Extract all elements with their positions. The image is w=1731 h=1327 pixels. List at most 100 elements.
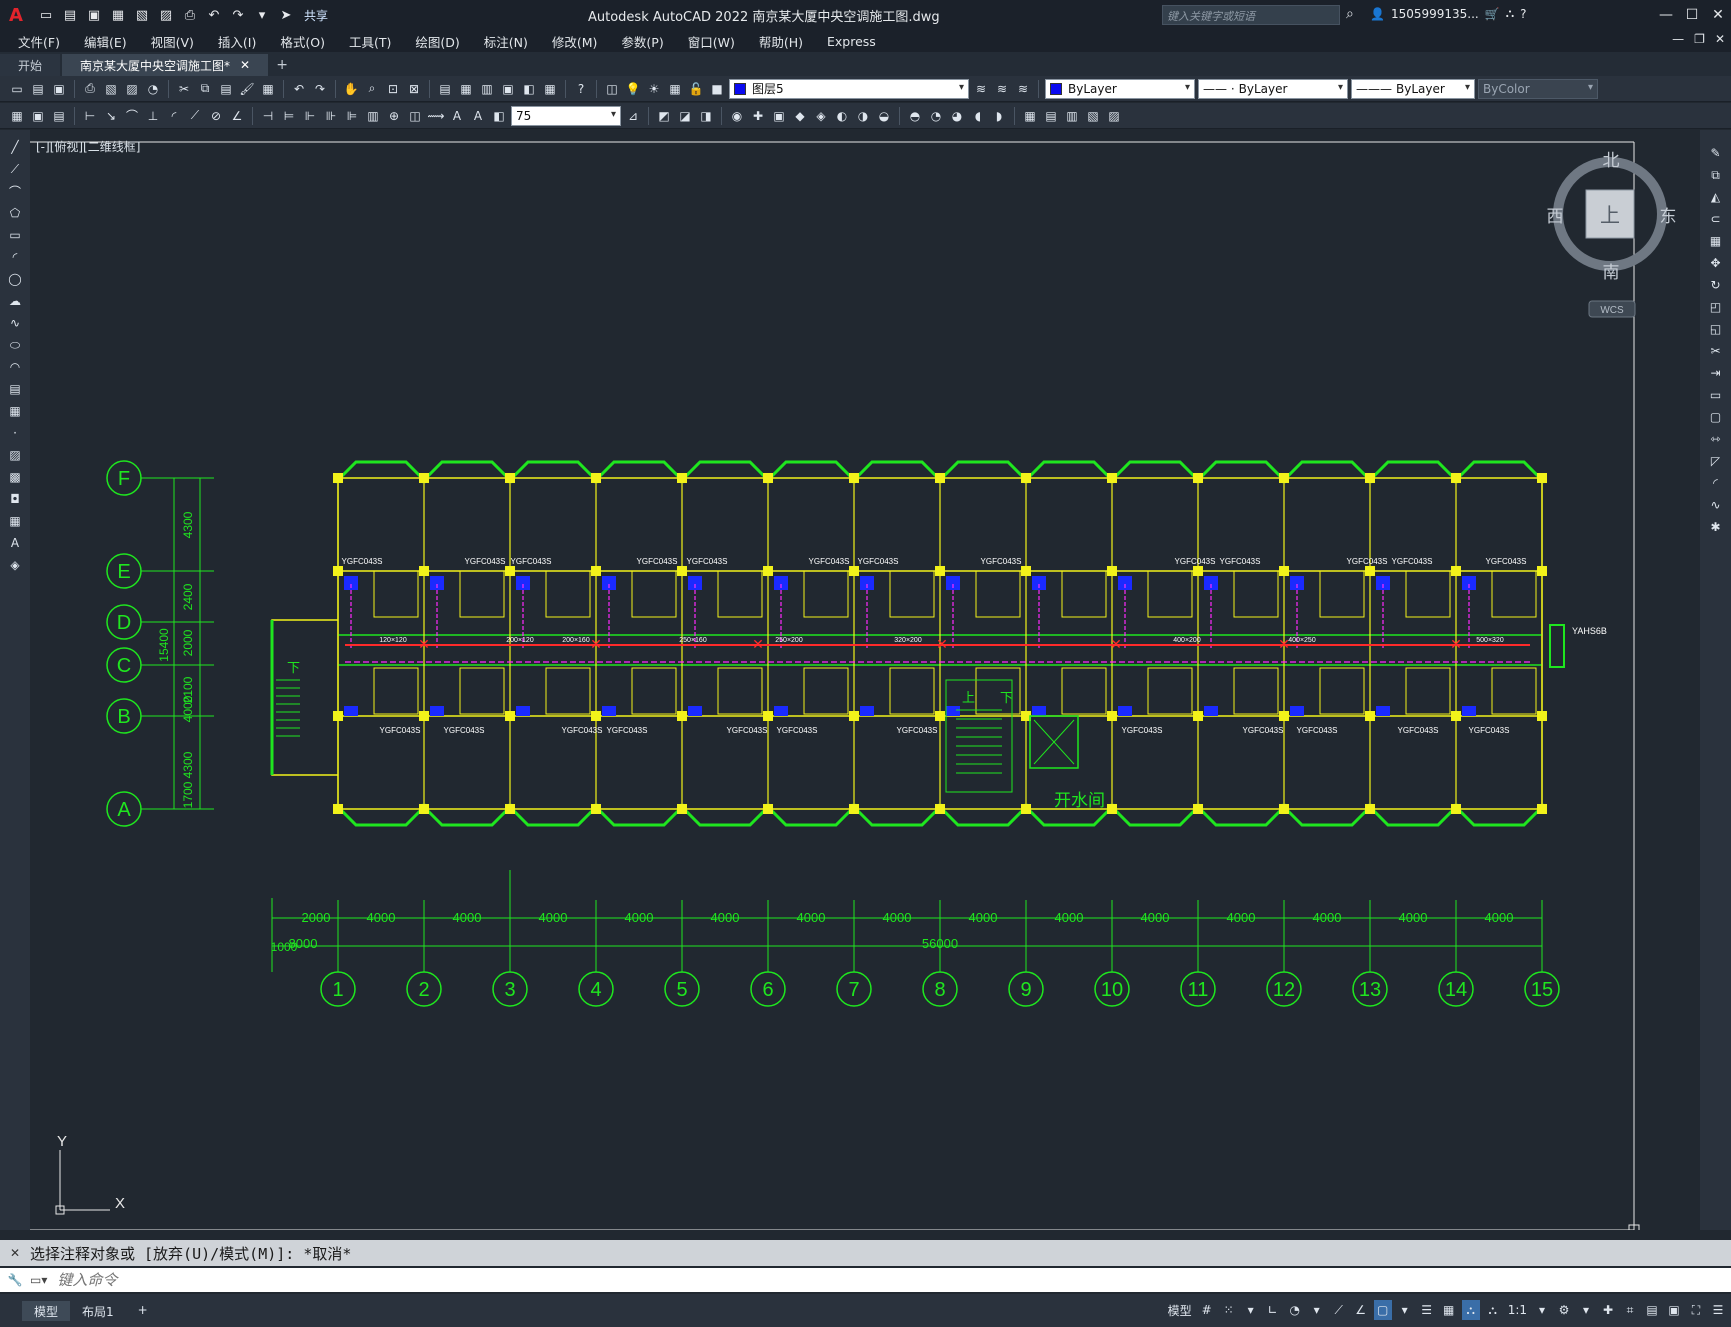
offset-icon[interactable]: ⊂ [1707, 210, 1725, 228]
orbit-icon[interactable]: ◉ [728, 107, 746, 125]
arc-length-icon[interactable]: ⌒ [123, 107, 141, 125]
menu-view[interactable]: 视图(V) [139, 32, 206, 51]
construction-line-icon[interactable]: ⟋ [6, 160, 24, 178]
menu-file[interactable]: 文件(F) [0, 32, 72, 51]
plot-icon[interactable]: ⎙ [81, 80, 99, 98]
gradient-icon[interactable]: ▩ [6, 468, 24, 486]
drawing-area[interactable]: F E D C B A 4300 2400 2000 2100 4000 4300 1700 15400 下… [30, 130, 1700, 1230]
customize-dropdown-icon[interactable]: ▾ [252, 5, 272, 25]
add-layout-button[interactable]: + [126, 1301, 160, 1321]
lights-icon[interactable]: ◑ [854, 107, 872, 125]
lock-ui-icon[interactable]: ▣ [1665, 1300, 1683, 1320]
layer-freeze-icon[interactable]: ▦ [666, 80, 684, 98]
diameter-icon[interactable]: ⊘ [207, 107, 225, 125]
minimize-icon[interactable]: — [1653, 0, 1679, 30]
annotation-monitor-icon[interactable]: ✚ [1599, 1300, 1617, 1320]
menu-format[interactable]: 格式(O) [268, 32, 337, 51]
materials-icon[interactable]: ◒ [875, 107, 893, 125]
layer-states-icon[interactable]: ≋ [1014, 80, 1032, 98]
lineweight-toggle-icon[interactable]: ☰ [1418, 1300, 1436, 1320]
menu-edit[interactable]: 编辑(E) [72, 32, 139, 51]
paste-icon[interactable]: ▤ [217, 80, 235, 98]
layer-previous-icon[interactable]: ≋ [993, 80, 1011, 98]
menu-window[interactable]: 窗口(W) [676, 32, 747, 51]
trim-icon[interactable]: ✂ [1707, 342, 1725, 360]
sheet-set-icon[interactable]: ▣ [499, 80, 517, 98]
ordinate-icon[interactable]: ⊥ [144, 107, 162, 125]
dimension-edit-icon[interactable]: A [448, 107, 466, 125]
aligned-dimension-icon[interactable]: ↘ [102, 107, 120, 125]
redo-icon[interactable]: ↷ [228, 5, 248, 25]
osnap-dropdown-icon[interactable]: ▾ [1396, 1300, 1414, 1320]
annotation-visibility-icon[interactable]: ⛬ [1461, 1300, 1480, 1320]
tab-model[interactable]: 模型 [22, 1300, 71, 1321]
cut-icon[interactable]: ✂ [175, 80, 193, 98]
polar-dropdown-icon[interactable]: ▾ [1308, 1300, 1326, 1320]
mesh-5-icon[interactable]: ▨ [1105, 107, 1123, 125]
scale-icon[interactable]: ◰ [1707, 298, 1725, 316]
dim-scale-dropdown[interactable]: 75 ▾ [511, 105, 621, 126]
menu-draw[interactable]: 绘图(D) [403, 32, 471, 51]
continue-icon[interactable]: ⊩ [301, 107, 319, 125]
auto-scale-icon[interactable]: ⛬ [1484, 1300, 1502, 1320]
menu-insert[interactable]: 插入(I) [206, 32, 268, 51]
chamfer-icon[interactable]: ◸ [1707, 452, 1725, 470]
new-icon[interactable]: ▭ [8, 80, 26, 98]
insert-block-icon[interactable]: ▤ [6, 380, 24, 398]
layer-color-swatch-icon[interactable]: ■ [708, 80, 726, 98]
circle-icon[interactable]: ◯ [6, 270, 24, 288]
search-icon[interactable]: ⌕ [1346, 6, 1354, 22]
solid-2-icon[interactable]: ◔ [927, 107, 945, 125]
menu-modify[interactable]: 修改(M) [540, 32, 610, 51]
open-icon[interactable]: ▤ [29, 80, 47, 98]
dimension-text-edit-icon[interactable]: A [469, 107, 487, 125]
dimension-space-icon[interactable]: ⊪ [322, 107, 340, 125]
extend-icon[interactable]: ⇥ [1707, 364, 1725, 382]
rotate-icon[interactable]: ↻ [1707, 276, 1725, 294]
zoom-realtime-icon[interactable]: ⌕ [363, 80, 381, 98]
osnap-tracking-icon[interactable]: ∠ [1352, 1300, 1370, 1320]
user-name[interactable]: 1505999135... [1391, 7, 1479, 21]
add-selected-icon[interactable]: ◈ [6, 556, 24, 574]
layer-properties-icon[interactable]: ◫ [603, 80, 621, 98]
maximize-icon[interactable]: ☐ [1679, 0, 1705, 30]
help-icon[interactable]: ? [1520, 7, 1526, 21]
revision-cloud-icon[interactable]: ☁ [6, 292, 24, 310]
pan-icon[interactable]: ✋ [342, 80, 360, 98]
view-cube-1-icon[interactable]: ◩ [655, 107, 673, 125]
tab-drawing[interactable]: 南京某大厦中央空调施工图* ✕ [62, 54, 269, 76]
snap-icon[interactable]: ⁙ [1220, 1300, 1238, 1320]
customize-status-icon[interactable]: ☰ [1709, 1300, 1727, 1320]
transparency-icon[interactable]: ▦ [1440, 1300, 1458, 1320]
share-icon[interactable]: ➤ [276, 5, 296, 25]
match-properties-icon[interactable]: 🖌 [238, 80, 256, 98]
undo-icon[interactable]: ↶ [290, 80, 308, 98]
plot-preview-icon[interactable]: ▧ [132, 5, 152, 25]
doc-restore-icon[interactable]: ❐ [1694, 32, 1705, 46]
search-input[interactable]: 键入关键字或短语 [1162, 5, 1340, 25]
jogged-linear-icon[interactable]: ⟿ [427, 107, 445, 125]
plotstyle-dropdown[interactable]: ByColor ▾ [1478, 78, 1598, 99]
snap-dropdown-icon[interactable]: ▾ [1242, 1300, 1260, 1320]
multiline-text-icon[interactable]: A [6, 534, 24, 552]
menu-help[interactable]: 帮助(H) [747, 32, 815, 51]
group-icon[interactable]: ▣ [770, 107, 788, 125]
command-prompt-icon[interactable]: ▭▾ [30, 1273, 47, 1287]
calculator-icon[interactable]: ▦ [541, 80, 559, 98]
markup-icon[interactable]: ◧ [520, 80, 538, 98]
visual-style-icon[interactable]: ◆ [791, 107, 809, 125]
design-center-icon[interactable]: ▦ [457, 80, 475, 98]
clean-screen-icon[interactable]: ⛶ [1687, 1300, 1705, 1320]
doc-minimize-icon[interactable]: — [1672, 32, 1684, 46]
point-icon[interactable]: · [6, 424, 24, 442]
mesh-3-icon[interactable]: ▥ [1063, 107, 1081, 125]
workspace-icon[interactable]: ▦ [8, 107, 26, 125]
array-icon[interactable]: ▦ [1707, 232, 1725, 250]
menu-dimension[interactable]: 标注(N) [472, 32, 540, 51]
ellipse-arc-icon[interactable]: ◠ [6, 358, 24, 376]
model-space-button[interactable]: 模型 [1166, 1300, 1194, 1320]
region-icon[interactable]: ◘ [6, 490, 24, 508]
annotation-scale[interactable]: 1:1 [1506, 1300, 1529, 1320]
explode-icon[interactable]: ✱ [1707, 518, 1725, 536]
table-icon[interactable]: ▦ [6, 512, 24, 530]
